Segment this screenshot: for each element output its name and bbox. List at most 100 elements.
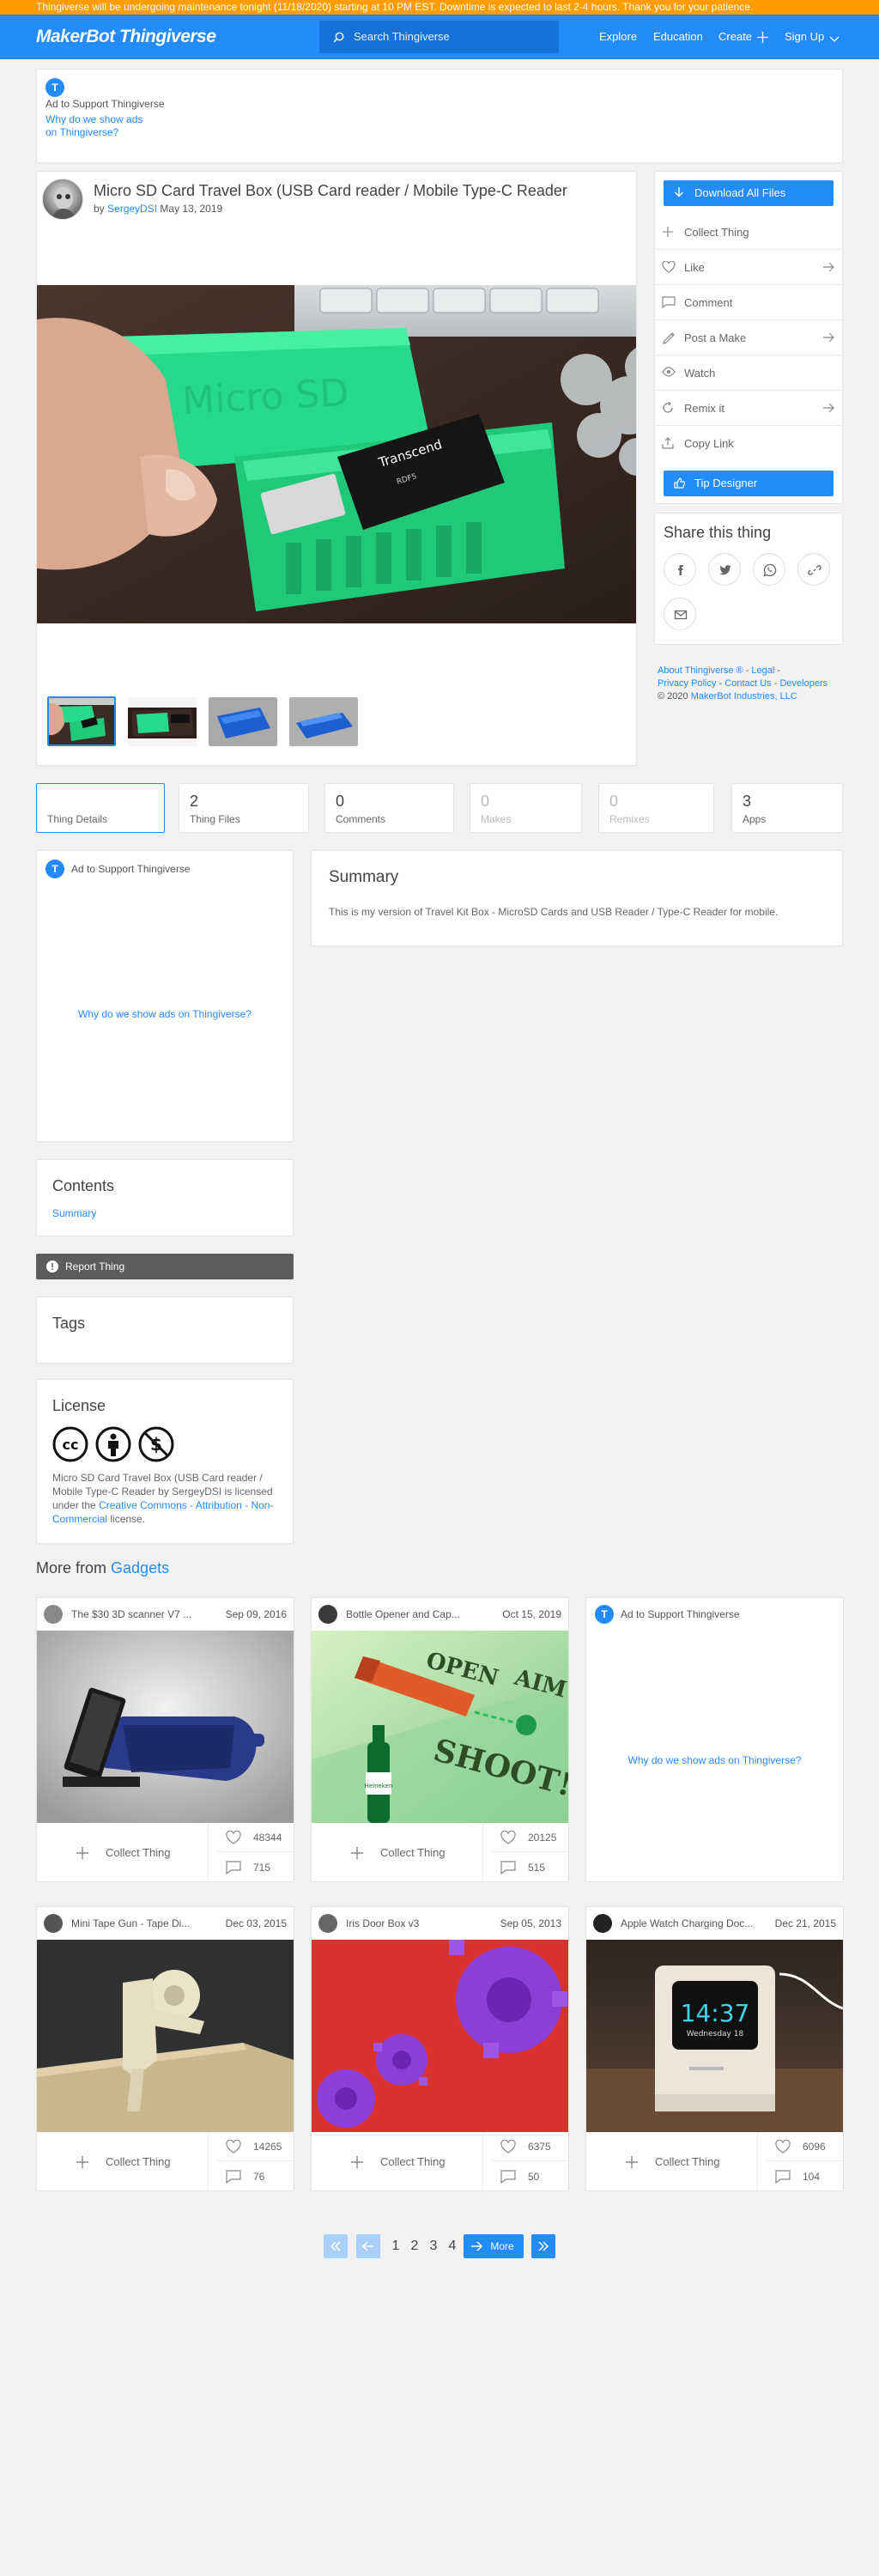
card-title[interactable]: The $30 3D scanner V7 ...: [71, 1608, 213, 1620]
ad-why-link-2[interactable]: on Thingiverse?: [45, 126, 118, 138]
contents-summary-link[interactable]: Summary: [52, 1207, 96, 1219]
more-card[interactable]: Apple Watch Charging Doc... Dec 21, 2015…: [585, 1906, 844, 2191]
share-card: Share this thing: [654, 513, 843, 645]
avatar[interactable]: [44, 1914, 63, 1933]
non-commercial-icon: $: [138, 1426, 174, 1462]
like-button[interactable]: Like: [655, 250, 842, 285]
thumbnail-1[interactable]: [47, 696, 116, 746]
about-link[interactable]: About Thingiverse ®: [658, 665, 743, 676]
company-link[interactable]: MakerBot Industries, LLC: [691, 691, 797, 702]
watch-button[interactable]: Watch: [655, 355, 842, 391]
tip-designer-button[interactable]: Tip Designer: [664, 471, 834, 496]
privacy-link[interactable]: Privacy Policy: [658, 678, 716, 689]
main-thing-image[interactable]: Micro SD Transcend RDF5: [37, 285, 636, 623]
thumbnail-4[interactable]: [289, 697, 358, 746]
collect-label: Collect Thing: [380, 1846, 446, 1859]
prev-page-button[interactable]: [356, 2234, 380, 2258]
tab-thing-files[interactable]: 2 Thing Files: [179, 783, 309, 833]
share-facebook[interactable]: [664, 553, 696, 586]
last-page-button[interactable]: [531, 2234, 555, 2258]
collect-thing-button[interactable]: Collect Thing: [586, 2132, 758, 2191]
share-whatsapp[interactable]: [753, 553, 785, 586]
more-card[interactable]: Bottle Opener and Cap... Oct 15, 2019 He…: [311, 1597, 569, 1882]
card-image[interactable]: [37, 1940, 294, 2132]
developers-link[interactable]: Developers: [779, 678, 827, 689]
page-4[interactable]: 4: [445, 2234, 460, 2258]
avatar[interactable]: [318, 1914, 337, 1933]
search-input[interactable]: Search Thingiverse: [319, 21, 559, 53]
contents-card: Contents Summary: [36, 1159, 294, 1236]
share-email[interactable]: [664, 598, 696, 630]
nav-create[interactable]: Create: [718, 29, 769, 45]
comment-button[interactable]: Comment: [655, 285, 842, 320]
share-twitter[interactable]: [708, 553, 741, 586]
collect-thing-button[interactable]: Collect Thing: [37, 1823, 209, 1882]
report-thing-button[interactable]: Report Thing: [36, 1254, 294, 1279]
card-title[interactable]: Mini Tape Gun - Tape Di...: [71, 1917, 213, 1929]
comment-count[interactable]: 515: [492, 1853, 568, 1882]
tab-apps[interactable]: 3 Apps: [731, 783, 843, 833]
page-2[interactable]: 2: [407, 2234, 422, 2258]
page-1[interactable]: 1: [388, 2234, 403, 2258]
contact-link[interactable]: Contact Us: [724, 678, 771, 689]
nav-explore[interactable]: Explore: [599, 29, 637, 45]
more-ad-why-link[interactable]: Why do we show ads on Thingiverse?: [586, 1754, 843, 1766]
nav-education[interactable]: Education: [653, 29, 703, 45]
copy-link-button[interactable]: Copy Link: [655, 426, 842, 461]
thumbnail-2[interactable]: [128, 697, 197, 746]
card-image[interactable]: [37, 1631, 294, 1823]
comment-count[interactable]: 715: [217, 1853, 294, 1882]
more-card[interactable]: Iris Door Box v3 Sep 05, 2013 Collect Th…: [311, 1906, 569, 2191]
like-count[interactable]: 48344: [217, 1823, 294, 1852]
more-category-link[interactable]: Gadgets: [111, 1559, 169, 1577]
thumbnail-3[interactable]: [209, 697, 277, 746]
collect-thing-button[interactable]: Collect Thing: [655, 215, 842, 250]
attribution-icon: [95, 1426, 131, 1462]
collect-thing-button[interactable]: Collect Thing: [312, 2132, 483, 2191]
like-count[interactable]: 6375: [492, 2132, 568, 2161]
comment-count[interactable]: 104: [767, 2162, 843, 2191]
tab-thing-details[interactable]: Thing Details: [36, 783, 165, 833]
arrow-right-icon: [823, 262, 834, 272]
collect-thing-button[interactable]: Collect Thing: [312, 1823, 483, 1882]
ad-why-link-1[interactable]: Why do we show ads: [45, 113, 142, 125]
card-image[interactable]: Heineken OPEN AIM SHOOT!: [312, 1631, 568, 1823]
side-ad-why-link[interactable]: Why do we show ads on Thingiverse?: [37, 1008, 293, 1020]
tab-comments[interactable]: 0 Comments: [324, 783, 454, 833]
comment-count[interactable]: 76: [217, 2162, 294, 2191]
avatar[interactable]: [44, 1605, 63, 1624]
avatar[interactable]: [42, 179, 83, 220]
like-count[interactable]: 6096: [767, 2132, 843, 2161]
nav-create-label: Create: [718, 30, 753, 43]
avatar[interactable]: [593, 1914, 612, 1933]
remix-button[interactable]: Remix it: [655, 391, 842, 426]
avatar[interactable]: [318, 1605, 337, 1624]
nav-signup[interactable]: Sign Up: [785, 29, 840, 45]
card-title[interactable]: Bottle Opener and Cap...: [346, 1608, 488, 1620]
more-card[interactable]: Mini Tape Gun - Tape Di... Dec 03, 2015 …: [36, 1906, 294, 2191]
legal-link[interactable]: Legal: [751, 665, 774, 676]
comment-count[interactable]: 50: [492, 2162, 568, 2191]
card-image[interactable]: [312, 1940, 568, 2132]
author-link[interactable]: SergeyDSI: [107, 203, 157, 215]
first-page-button[interactable]: [324, 2234, 348, 2258]
more-from-heading: More from Gadgets: [36, 1559, 169, 1577]
double-chevron-right-icon: [538, 2241, 549, 2251]
like-count[interactable]: 20125: [492, 1823, 568, 1852]
card-title[interactable]: Iris Door Box v3: [346, 1917, 488, 1929]
more-pages-button[interactable]: More: [464, 2234, 524, 2258]
post-make-button[interactable]: Post a Make: [655, 320, 842, 355]
card-image[interactable]: 14:37 Wednesday 18: [586, 1940, 843, 2132]
like-count[interactable]: 14265: [217, 2132, 294, 2161]
collect-thing-button[interactable]: Collect Thing: [37, 2132, 209, 2191]
whatsapp-icon: [763, 563, 777, 577]
page-3[interactable]: 3: [426, 2234, 441, 2258]
more-card[interactable]: The $30 3D scanner V7 ... Sep 09, 2016 C…: [36, 1597, 294, 1882]
share-copy-link[interactable]: [797, 553, 830, 586]
download-all-button[interactable]: Download All Files: [664, 180, 834, 206]
tab-makes[interactable]: 0 Makes: [470, 783, 582, 833]
site-logo[interactable]: MakerBot Thingiverse: [36, 25, 216, 49]
tab-remixes[interactable]: 0 Remixes: [598, 783, 714, 833]
report-label: Report Thing: [65, 1261, 125, 1273]
card-title[interactable]: Apple Watch Charging Doc...: [621, 1917, 762, 1929]
